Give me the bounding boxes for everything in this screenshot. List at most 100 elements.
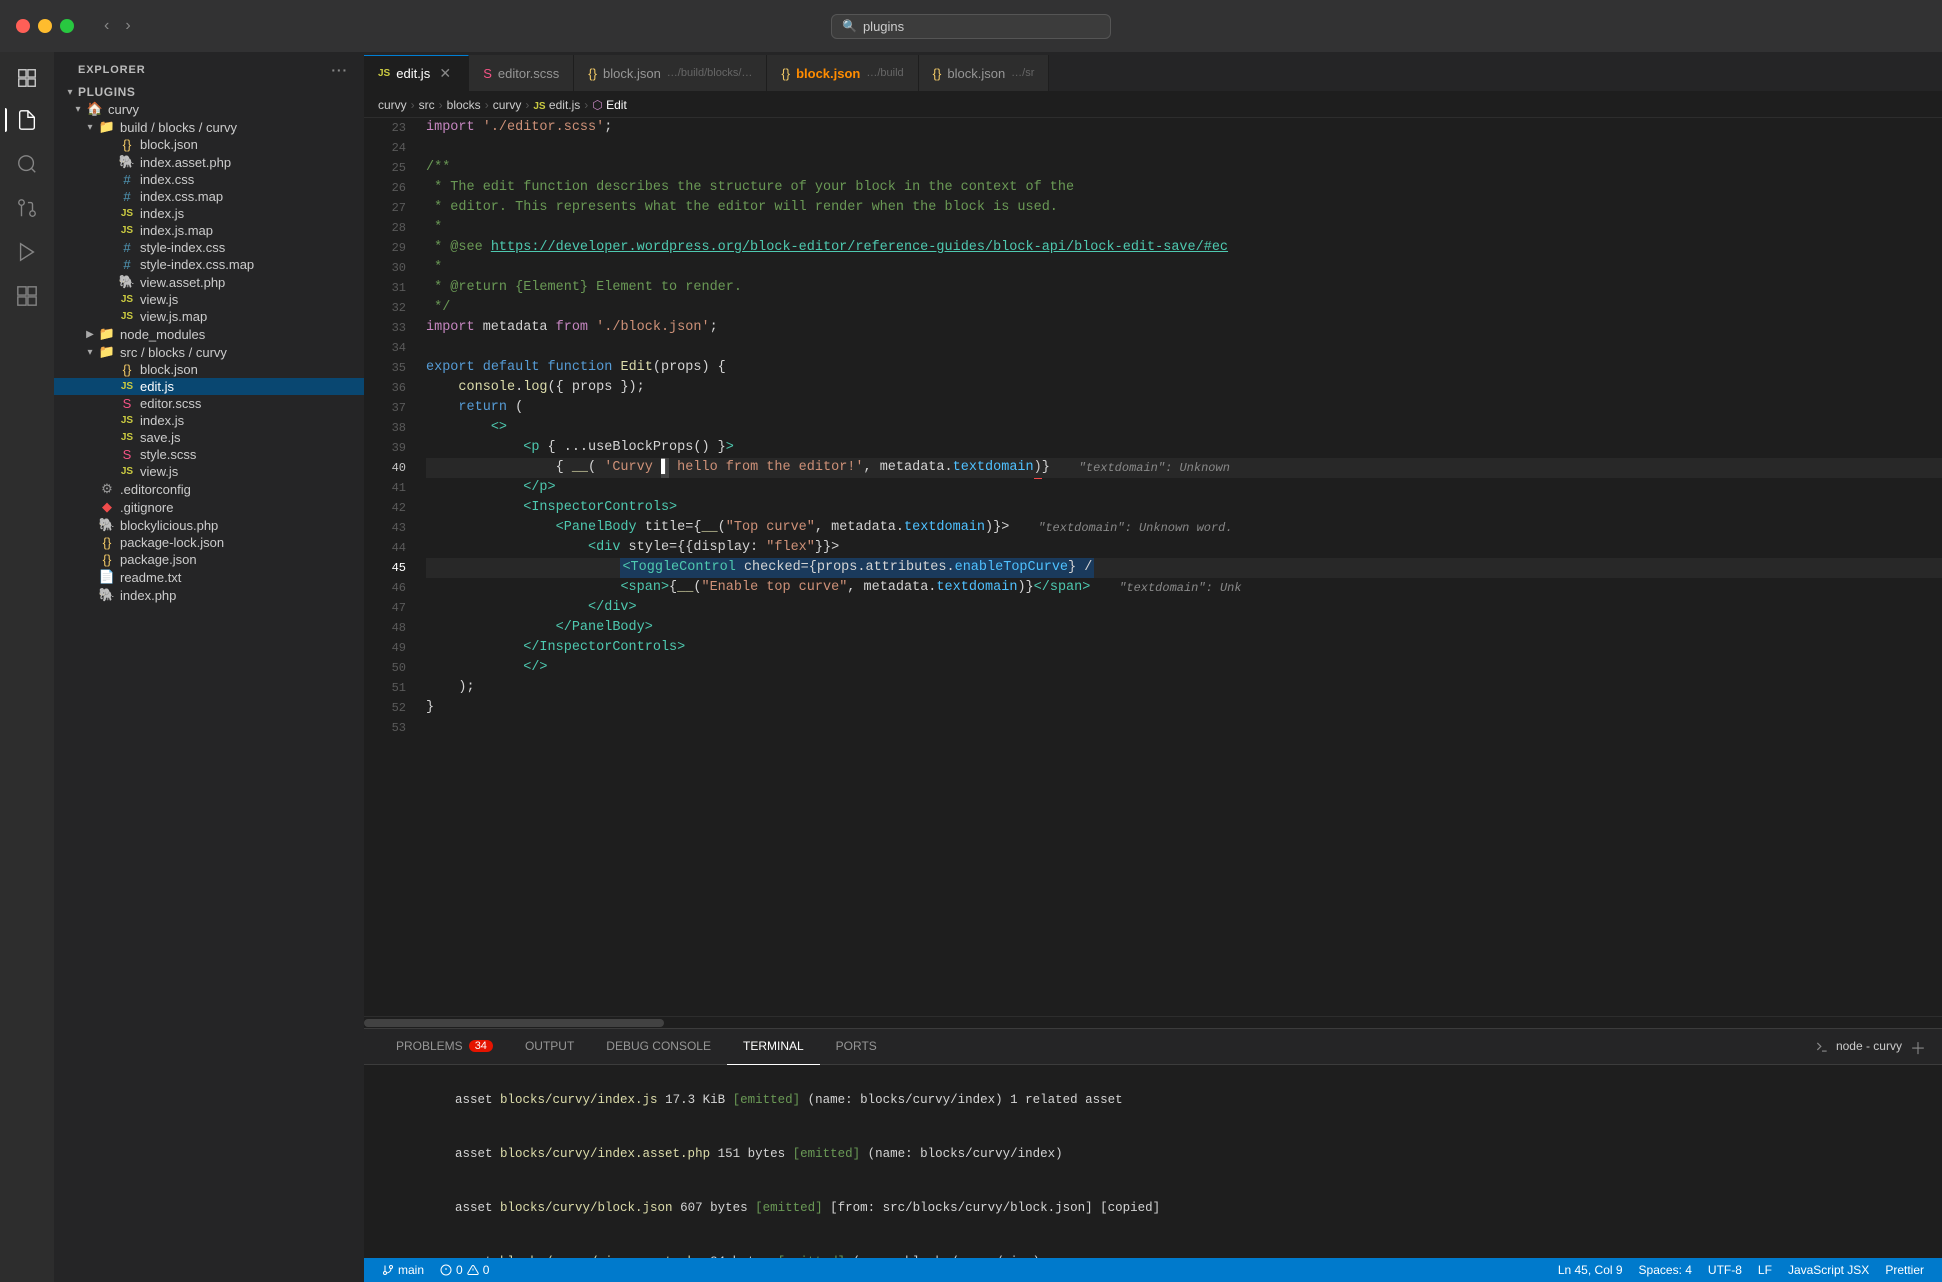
breadcrumb-blocks[interactable]: blocks: [447, 98, 481, 112]
plugins-label: PLUGINS: [78, 85, 364, 99]
sidebar-item-index-js-src[interactable]: JS index.js: [54, 412, 364, 429]
status-line-col[interactable]: Ln 45, Col 9: [1550, 1258, 1631, 1282]
activity-icon-search[interactable]: [7, 144, 47, 184]
sidebar-item-style-index-css[interactable]: # style-index.css: [54, 239, 364, 256]
sidebar-item-build-blocks-curvy[interactable]: ▾ 📁 build / blocks / curvy: [54, 118, 364, 136]
code-line-50: </>: [426, 658, 1942, 678]
tab-edit-js[interactable]: JS edit.js ✕: [364, 55, 469, 91]
sidebar-item-view-asset-php[interactable]: 🐘 view.asset.php: [54, 273, 364, 291]
sidebar-item-view-js-map[interactable]: JS view.js.map: [54, 308, 364, 325]
status-encoding[interactable]: UTF-8: [1700, 1258, 1750, 1282]
status-right: Ln 45, Col 9 Spaces: 4 UTF-8 LF JavaScri…: [1550, 1258, 1932, 1282]
tab-block-json-2[interactable]: {} block.json …/build: [767, 55, 918, 91]
warning-icon: [467, 1264, 479, 1276]
curvy-label: curvy: [108, 102, 364, 117]
breadcrumb-curvy[interactable]: curvy: [378, 98, 407, 112]
tab-block-json-3[interactable]: {} block.json …/sr: [919, 55, 1050, 91]
ln-51: 51: [364, 678, 406, 698]
src-blocks-curvy-label: src / blocks / curvy: [120, 345, 364, 360]
sidebar-item-readme-txt[interactable]: 📄 readme.txt: [54, 568, 364, 586]
error-count: 0: [456, 1263, 463, 1277]
status-branch[interactable]: main: [374, 1258, 432, 1282]
code-line-38: <>: [426, 418, 1942, 438]
sidebar-item-block-json-src[interactable]: {} block.json: [54, 361, 364, 378]
js-icon-1: JS: [118, 208, 136, 219]
tab-block-json-1-label: block.json: [603, 66, 661, 81]
forward-arrow[interactable]: ›: [119, 13, 136, 39]
ln-44: 44: [364, 538, 406, 558]
sidebar-item-index-php[interactable]: 🐘 index.php: [54, 586, 364, 604]
search-input[interactable]: [863, 19, 1100, 34]
status-spaces[interactable]: Spaces: 4: [1631, 1258, 1700, 1282]
sidebar-item-editor-scss[interactable]: S editor.scss: [54, 395, 364, 412]
close-button[interactable]: [16, 19, 30, 33]
sidebar-item-index-js[interactable]: JS index.js: [54, 205, 364, 222]
breadcrumb-src[interactable]: src: [419, 98, 435, 112]
breadcrumb-editjs[interactable]: JS edit.js: [533, 98, 580, 112]
tab-editor-scss[interactable]: S editor.scss: [469, 55, 574, 91]
sidebar-item-package-lock-json[interactable]: {} package-lock.json: [54, 534, 364, 551]
ln-28: 28: [364, 218, 406, 238]
sidebar-item-gitignore[interactable]: ◆ .gitignore: [54, 498, 364, 516]
code-line-44: <div style={{display: "flex"}}>: [426, 538, 1942, 558]
tabs-bar: JS edit.js ✕ S editor.scss {} block.json…: [364, 52, 1942, 92]
sidebar-item-blockylicious-php[interactable]: 🐘 blockylicious.php: [54, 516, 364, 534]
sidebar-item-index-css-map[interactable]: # index.css.map: [54, 188, 364, 205]
status-prettier[interactable]: Prettier: [1877, 1258, 1932, 1282]
ln-34: 34: [364, 338, 406, 358]
sidebar-item-package-json[interactable]: {} package.json: [54, 551, 364, 568]
sidebar-more-icon[interactable]: ···: [331, 62, 348, 78]
tab-block-json-1[interactable]: {} block.json …/build/blocks/…: [574, 55, 767, 91]
code-line-40: { __( 'Curvy ▌ hello from the editor!', …: [426, 458, 1942, 478]
panel-tab-ports[interactable]: PORTS: [820, 1029, 893, 1065]
horizontal-scrollbar[interactable]: [364, 1016, 1942, 1028]
tab-close-edit-js[interactable]: ✕: [436, 65, 454, 83]
maximize-button[interactable]: [60, 19, 74, 33]
panel-tab-debug-console[interactable]: DEBUG CONSOLE: [590, 1029, 727, 1065]
code-line-36: console.log({ props });: [426, 378, 1942, 398]
sidebar-item-save-js[interactable]: JS save.js: [54, 429, 364, 446]
terminal-content[interactable]: asset blocks/curvy/index.js 17.3 KiB [em…: [364, 1065, 1942, 1258]
status-line-ending[interactable]: LF: [1750, 1258, 1780, 1282]
panel-tab-problems[interactable]: PROBLEMS 34: [380, 1029, 509, 1065]
folder-icon-src: 📁: [98, 344, 116, 360]
sidebar-item-curvy[interactable]: ▾ 🏠 curvy: [54, 100, 364, 118]
sidebar-item-index-js-map[interactable]: JS index.js.map: [54, 222, 364, 239]
sidebar-item-plugins[interactable]: ▾ PLUGINS: [54, 84, 364, 100]
activity-icon-extensions[interactable]: [7, 276, 47, 316]
sidebar-item-index-css[interactable]: # index.css: [54, 171, 364, 188]
sidebar-item-index-asset-php[interactable]: 🐘 index.asset.php: [54, 153, 364, 171]
sidebar-item-view-js-build[interactable]: JS view.js: [54, 291, 364, 308]
search-bar[interactable]: 🔍: [831, 14, 1111, 39]
sidebar-item-style-index-css-map[interactable]: # style-index.css.map: [54, 256, 364, 273]
activity-icon-run[interactable]: [7, 232, 47, 272]
scrollbar-thumb[interactable]: [364, 1019, 664, 1027]
breadcrumb-edit-fn[interactable]: ⬡ Edit: [592, 98, 627, 112]
activity-icon-explorer[interactable]: [9, 60, 45, 96]
activity-icon-source-control[interactable]: [7, 188, 47, 228]
breadcrumb-curvy2[interactable]: curvy: [493, 98, 522, 112]
code-line-24: [426, 138, 1942, 158]
new-terminal-icon[interactable]: ＋: [1910, 1035, 1926, 1059]
activity-icon-files[interactable]: [7, 100, 47, 140]
panel-tab-terminal[interactable]: TERMINAL: [727, 1029, 820, 1065]
back-arrow[interactable]: ‹: [98, 13, 115, 39]
sidebar-item-view-js-src[interactable]: JS view.js: [54, 463, 364, 480]
ln-46: 46: [364, 578, 406, 598]
sidebar-item-src-blocks-curvy[interactable]: ▾ 📁 src / blocks / curvy: [54, 343, 364, 361]
json-icon: {}: [118, 137, 136, 152]
sidebar-item-node-modules[interactable]: ▶ 📁 node_modules: [54, 325, 364, 343]
code-editor[interactable]: 23 24 25 26 27 28 29 30 31 32 33 34 35 3…: [364, 118, 1942, 1016]
expand-arrow-plugins: ▾: [62, 87, 78, 98]
sidebar-item-style-scss[interactable]: S style.scss: [54, 446, 364, 463]
status-language[interactable]: JavaScript JSX: [1780, 1258, 1877, 1282]
code-content[interactable]: import './editor.scss'; /** * The edit f…: [416, 118, 1942, 1016]
status-errors[interactable]: 0 0: [432, 1258, 497, 1282]
tab-block-json-1-path: …/build/blocks/…: [667, 67, 753, 79]
sidebar-item-editorconfig[interactable]: ⚙ .editorconfig: [54, 480, 364, 498]
panel-tab-output[interactable]: OUTPUT: [509, 1029, 590, 1065]
sidebar-item-block-json-build[interactable]: {} block.json: [54, 136, 364, 153]
sidebar-item-edit-js[interactable]: JS edit.js: [54, 378, 364, 395]
index-js-src-label: index.js: [140, 413, 364, 428]
minimize-button[interactable]: [38, 19, 52, 33]
